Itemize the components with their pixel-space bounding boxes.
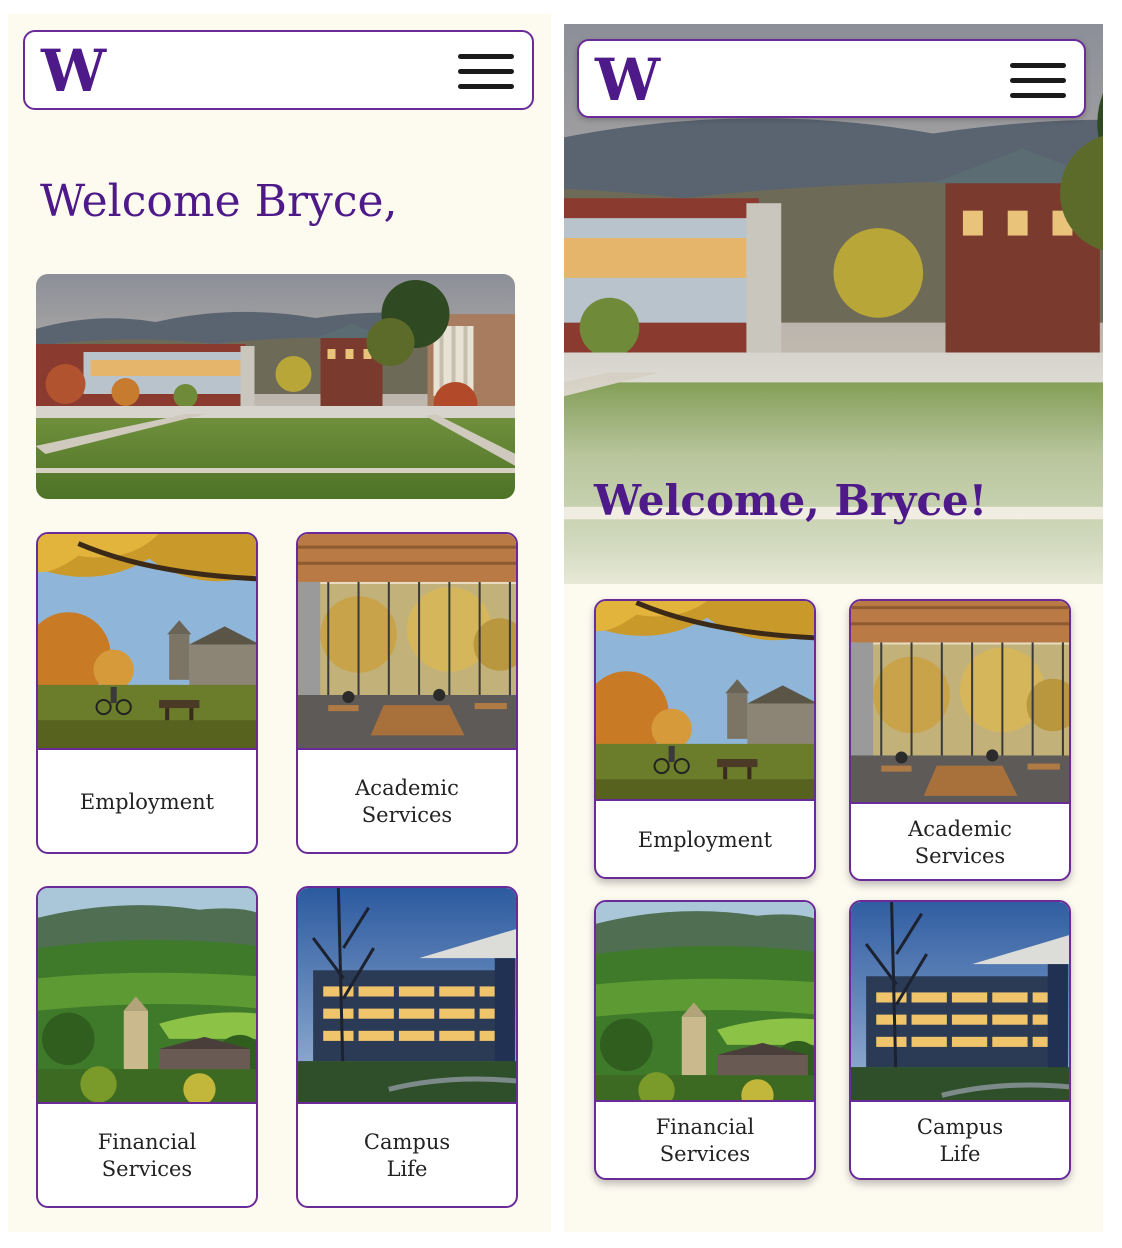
hamburger-menu-icon[interactable] [458, 54, 514, 90]
card-label: Academic Services [355, 776, 459, 827]
top-navbar: W [577, 39, 1086, 118]
campus-life-card[interactable]: Campus Life [296, 886, 518, 1208]
card-label: Academic Services [908, 816, 1012, 868]
mobile-screen-version-a: W Welcome Bryce, Employment Academic Ser… [8, 14, 551, 1232]
library-glass-study-hall-photo [851, 601, 1069, 804]
card-label: Financial Services [97, 1130, 197, 1181]
welcome-heading: Welcome Bryce, [40, 176, 398, 227]
modern-library-building-dusk-photo [298, 888, 516, 1104]
campus-life-card[interactable]: Campus Life [849, 900, 1071, 1180]
financial-services-card[interactable]: Financial Services [36, 886, 258, 1208]
card-label: Employment [637, 827, 773, 852]
library-glass-study-hall-photo [298, 534, 516, 750]
green-valley-chapel-photo [38, 888, 256, 1104]
modern-library-building-dusk-photo [851, 902, 1069, 1102]
financial-services-card[interactable]: Financial Services [594, 900, 816, 1180]
campus-hero-image [36, 274, 515, 499]
williams-logo[interactable]: W [595, 51, 660, 109]
card-label: Employment [79, 789, 215, 814]
employment-card[interactable]: Employment [594, 599, 816, 879]
card-label: Campus Life [916, 1115, 1004, 1166]
academic-services-card[interactable]: Academic Services [296, 532, 518, 854]
welcome-heading: Welcome, Bryce! [594, 476, 988, 525]
autumn-campus-lawn-photo [596, 601, 814, 801]
card-label: Campus Life [363, 1130, 451, 1181]
williams-logo[interactable]: W [41, 42, 106, 100]
card-label: Financial Services [655, 1115, 755, 1166]
mobile-screen-version-b: W Welcome, Bryce! Employment Academic Se… [564, 24, 1103, 1232]
green-valley-chapel-photo [596, 902, 814, 1102]
academic-services-card[interactable]: Academic Services [849, 599, 1071, 881]
top-navbar: W [23, 30, 534, 110]
autumn-campus-lawn-photo [38, 534, 256, 750]
hamburger-menu-icon[interactable] [1010, 63, 1066, 99]
employment-card[interactable]: Employment [36, 532, 258, 854]
